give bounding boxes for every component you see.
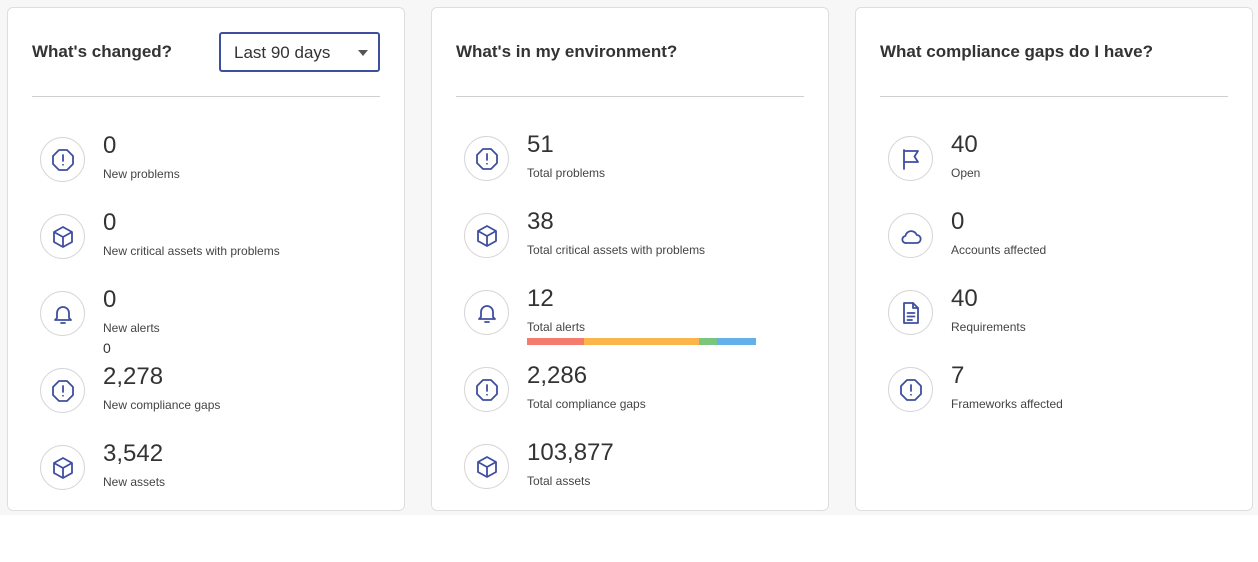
metric-value: 2,278 xyxy=(103,363,164,390)
bell-icon xyxy=(40,291,85,336)
metric-value: 12 xyxy=(527,285,554,312)
metric-value: 0 xyxy=(103,132,117,159)
bell-icon xyxy=(464,290,509,335)
metric-new-critical-assets[interactable]: 0 New critical assets with problems xyxy=(40,209,380,274)
metric-label: Requirements xyxy=(951,320,1026,334)
card-title: What compliance gaps do I have? xyxy=(880,42,1153,61)
time-range-selected: Last 90 days xyxy=(234,43,331,62)
compliance-gaps-card: What compliance gaps do I have? 40 Open … xyxy=(855,7,1253,511)
time-range-dropdown[interactable]: Last 90 days xyxy=(219,32,380,72)
cube-icon xyxy=(40,214,85,259)
alert-octagon-icon xyxy=(40,368,85,413)
metric-new-assets[interactable]: 3,542 New assets xyxy=(40,440,380,505)
metric-label: Frameworks affected xyxy=(951,397,1063,411)
metric-requirements[interactable]: 40 Requirements xyxy=(888,285,1228,350)
metric-label: Total problems xyxy=(527,166,606,180)
divider xyxy=(880,96,1228,97)
flag-icon xyxy=(888,136,933,181)
alert-severity-segment xyxy=(698,338,718,345)
cube-icon xyxy=(40,445,85,490)
divider xyxy=(32,96,380,97)
alert-severity-segment xyxy=(584,338,699,345)
metric-value: 2,286 xyxy=(527,362,588,389)
alert-severity-bar xyxy=(527,338,756,345)
divider xyxy=(456,96,804,97)
metric-value: 7 xyxy=(951,362,965,389)
metric-value: 0 xyxy=(103,209,117,236)
cube-icon xyxy=(464,444,509,489)
metric-accounts-affected[interactable]: 0 Accounts affected xyxy=(888,208,1228,273)
metric-label: New problems xyxy=(103,167,180,181)
metric-open[interactable]: 40 Open xyxy=(888,131,1228,196)
metric-value: 103,877 xyxy=(527,439,614,466)
metric-value: 51 xyxy=(527,131,554,158)
alert-severity-segment xyxy=(527,338,585,345)
cloud-icon xyxy=(888,213,933,258)
alert-octagon-icon xyxy=(888,367,933,412)
metric-value: 3,542 xyxy=(103,440,164,467)
alert-octagon-icon xyxy=(40,137,85,182)
metric-label: New alerts xyxy=(103,321,160,335)
metric-total-problems[interactable]: 51 Total problems xyxy=(464,131,804,196)
whats-changed-card: What's changed? Last 90 days 0 New probl… xyxy=(7,7,405,511)
metric-label: Open xyxy=(951,166,981,180)
metric-secondary-value: 0 xyxy=(103,340,111,356)
metric-label: New critical assets with problems xyxy=(103,244,280,258)
metric-value: 40 xyxy=(951,285,978,312)
alert-octagon-icon xyxy=(464,136,509,181)
metric-value: 40 xyxy=(951,131,978,158)
metric-label: Total critical assets with problems xyxy=(527,243,706,257)
metric-label: Total alerts xyxy=(527,320,586,334)
metric-label: Accounts affected xyxy=(951,243,1047,257)
metric-total-compliance-gaps[interactable]: 2,286 Total compliance gaps xyxy=(464,362,804,427)
metric-label: New compliance gaps xyxy=(103,398,221,412)
metric-value: 0 xyxy=(103,286,117,313)
document-icon xyxy=(888,290,933,335)
card-title: What's in my environment? xyxy=(456,42,678,61)
metric-value: 0 xyxy=(951,208,965,235)
metric-new-compliance-gaps[interactable]: 2,278 New compliance gaps xyxy=(40,363,380,428)
metric-new-alerts[interactable]: 0 New alerts 0 xyxy=(40,286,380,356)
metric-label: Total assets xyxy=(527,474,591,488)
alert-octagon-icon xyxy=(464,367,509,412)
metric-total-critical-assets[interactable]: 38 Total critical assets with problems xyxy=(464,208,804,273)
card-title: What's changed? xyxy=(32,42,173,61)
metric-frameworks-affected[interactable]: 7 Frameworks affected xyxy=(888,362,1228,427)
metric-label: Total compliance gaps xyxy=(527,397,646,411)
metric-label: New assets xyxy=(103,475,166,489)
cube-icon xyxy=(464,213,509,258)
metric-total-alerts[interactable]: 12 Total alerts xyxy=(464,285,804,350)
metric-total-assets[interactable]: 103,877 Total assets xyxy=(464,439,804,504)
chevron-down-icon xyxy=(358,50,368,56)
metric-new-problems[interactable]: 0 New problems xyxy=(40,132,380,197)
environment-card: What's in my environment? 51 Total probl… xyxy=(431,7,829,511)
alert-severity-segment xyxy=(717,338,756,345)
metric-value: 38 xyxy=(527,208,554,235)
